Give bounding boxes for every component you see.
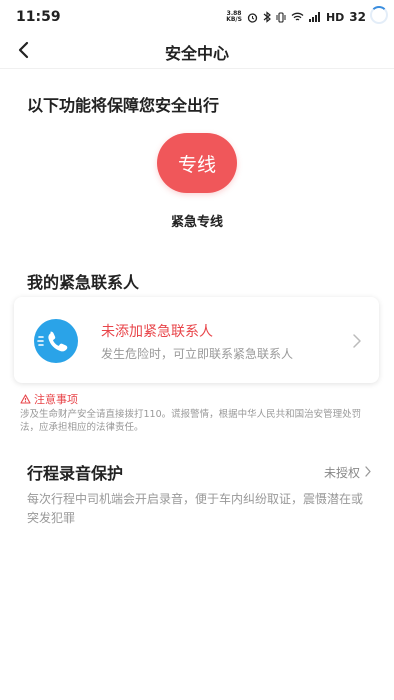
- chevron-right-icon[interactable]: [364, 465, 372, 478]
- status-icons: 3.88 KB/S HD 32: [226, 10, 366, 24]
- status-time: 11:59: [16, 9, 61, 25]
- add-emergency-contact-card[interactable]: 未添加紧急联系人 发生危险时，可立即联系紧急联系人: [14, 297, 379, 383]
- contact-card-title: 未添加紧急联系人: [101, 324, 213, 340]
- network-speed: 3.88 KB/S: [226, 11, 242, 23]
- notice-heading: 注意事项: [20, 391, 78, 407]
- bluetooth-icon: [263, 11, 271, 23]
- emergency-hotline-button[interactable]: 专线: [157, 133, 237, 193]
- signal-icon: [308, 12, 320, 22]
- warning-icon: [20, 394, 31, 404]
- chevron-right-icon: [353, 334, 361, 348]
- alarm-icon: [247, 12, 258, 23]
- page-title: 安全中心: [164, 44, 229, 63]
- wifi-icon: [291, 12, 304, 21]
- network-type: HD: [325, 10, 345, 24]
- battery-level: 32: [349, 10, 366, 24]
- vibrate-icon: [276, 11, 286, 23]
- contact-card-description: 发生危险时，可立即联系紧急联系人: [101, 347, 294, 361]
- notice-text: 涉及生命财产安全请直接拨打110。谎报警情，根据中华人民共和国治安管理处罚法，应…: [20, 409, 362, 433]
- recording-description: 每次行程中司机端会开启录音，便于车内纠纷取证，震慑潜在或突发犯罪: [27, 492, 364, 525]
- battery-ring-icon: [370, 6, 388, 24]
- recording-authorization-status[interactable]: 未授权: [324, 464, 360, 481]
- emergency-hotline-label: 紧急专线: [170, 215, 223, 230]
- status-bar: 11:59 3.88 KB/S HD 32: [0, 0, 394, 34]
- contacts-heading: 我的紧急联系人: [27, 273, 140, 292]
- safety-heading: 以下功能将保障您安全出行: [27, 96, 220, 115]
- phone-icon: [34, 319, 78, 363]
- network-speed-unit: KB/S: [226, 16, 242, 23]
- notice-title: 注意事项: [34, 393, 78, 406]
- nav-bar: 安全中心: [0, 34, 394, 69]
- recording-heading: 行程录音保护: [27, 464, 124, 483]
